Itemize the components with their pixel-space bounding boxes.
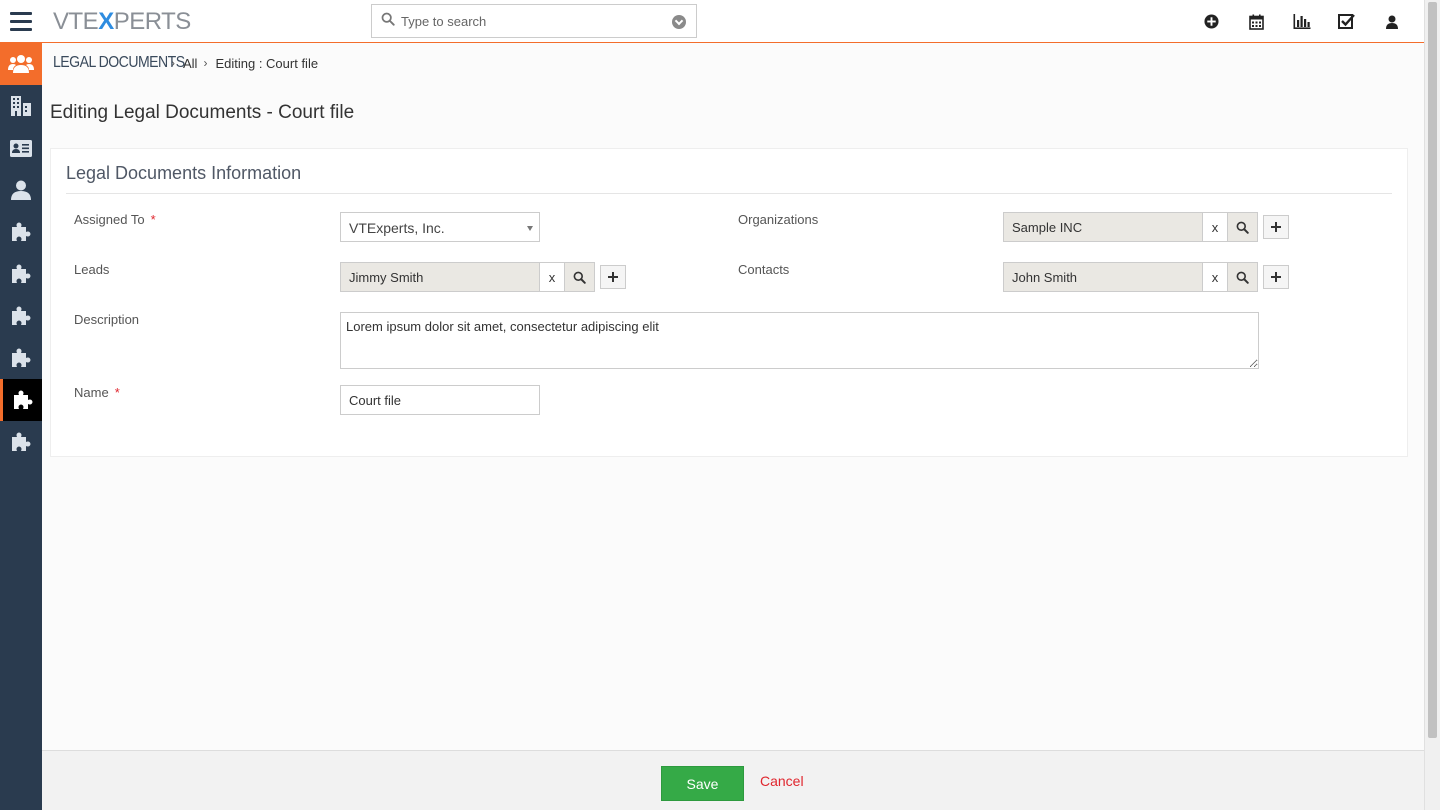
person-icon: [11, 180, 31, 200]
plus-circle-icon[interactable]: [1189, 0, 1234, 43]
users-icon: [8, 55, 34, 73]
contacts-add-button[interactable]: [1263, 265, 1289, 289]
breadcrumb: LEGAL DOCUMENTS › All › Editing : Court …: [53, 53, 318, 73]
required-marker: *: [114, 385, 120, 400]
breadcrumb-all[interactable]: All: [183, 56, 197, 71]
logo-part-2: X: [98, 8, 114, 35]
name-label-text: Name: [74, 385, 109, 400]
logo-part-3: PERTS: [113, 8, 192, 35]
search-icon: [381, 12, 395, 26]
assigned-to-label-text: Assigned To: [74, 212, 145, 227]
save-button[interactable]: Save: [661, 766, 744, 801]
sidebar-item-module-3[interactable]: [0, 295, 42, 337]
contacts-field: John Smith x: [1003, 262, 1289, 292]
form-footer: Save Cancel: [42, 750, 1424, 810]
sidebar-item-organizations[interactable]: [0, 85, 42, 127]
organizations-field: Sample INC x: [1003, 212, 1289, 242]
sidebar-item-module-5[interactable]: [0, 421, 42, 463]
assigned-to-select[interactable]: VTExperts, Inc.: [340, 212, 540, 242]
leads-field: Jimmy Smith x: [340, 262, 626, 292]
organizations-label: Organizations: [738, 212, 819, 227]
leads-clear-button[interactable]: x: [540, 262, 565, 292]
contact-card-icon: [10, 139, 32, 157]
organizations-search-button[interactable]: [1228, 212, 1258, 242]
sidebar-item-contacts[interactable]: [0, 127, 42, 169]
leads-add-button[interactable]: [600, 265, 626, 289]
bar-chart-icon[interactable]: [1279, 0, 1324, 43]
contacts-value[interactable]: John Smith: [1003, 262, 1203, 292]
puzzle-icon: [12, 432, 31, 451]
organizations-value[interactable]: Sample INC: [1003, 212, 1203, 242]
puzzle-icon: [12, 306, 31, 325]
calendar-icon[interactable]: [1234, 0, 1279, 43]
scrollbar-thumb[interactable]: [1428, 2, 1437, 738]
assigned-to-label: Assigned To *: [74, 212, 156, 227]
organizations-clear-button[interactable]: x: [1203, 212, 1228, 242]
leads-value[interactable]: Jimmy Smith: [340, 262, 540, 292]
search-icon: [1236, 221, 1249, 234]
cancel-link[interactable]: Cancel: [760, 773, 804, 789]
global-search: [371, 4, 697, 38]
search-icon: [1236, 271, 1249, 284]
leads-label: Leads: [74, 262, 110, 277]
caret-down-icon: [527, 226, 533, 231]
sidebar: [0, 43, 42, 810]
building-icon: [11, 96, 31, 116]
vertical-scrollbar[interactable]: [1424, 0, 1440, 810]
divider: [66, 193, 1392, 194]
contacts-search-button[interactable]: [1228, 262, 1258, 292]
sidebar-item-module-2[interactable]: [0, 253, 42, 295]
sidebar-item-module-1[interactable]: [0, 211, 42, 253]
sidebar-item-legal-documents[interactable]: [0, 379, 42, 421]
organizations-add-button[interactable]: [1263, 215, 1289, 239]
page-title: Editing Legal Documents - Court file: [50, 102, 355, 123]
puzzle-icon: [12, 222, 31, 241]
sidebar-item-leads[interactable]: [0, 169, 42, 211]
sidebar-item-users[interactable]: [0, 43, 42, 85]
name-input[interactable]: [340, 385, 540, 415]
search-input[interactable]: [401, 11, 661, 31]
sidebar-item-module-4[interactable]: [0, 337, 42, 379]
breadcrumb-module[interactable]: LEGAL DOCUMENTS: [53, 54, 185, 72]
description-label: Description: [74, 312, 140, 327]
plus-icon: [608, 272, 618, 282]
required-marker: *: [150, 212, 156, 227]
description-textarea[interactable]: Lorem ipsum dolor sit amet, consectetur …: [340, 312, 1259, 369]
plus-icon: [1271, 222, 1281, 232]
puzzle-icon: [12, 264, 31, 283]
logo[interactable]: VTEXPERTS: [53, 8, 191, 36]
plus-icon: [1271, 272, 1281, 282]
breadcrumb-current: Editing : Court file: [215, 55, 319, 71]
panel-title: Legal Documents Information: [66, 163, 302, 183]
puzzle-icon: [13, 390, 32, 409]
leads-search-button[interactable]: [565, 262, 595, 292]
assigned-to-value: VTExperts, Inc.: [349, 220, 445, 236]
top-header: VTEXPERTS: [0, 0, 1424, 43]
contacts-label: Contacts: [738, 262, 790, 277]
name-label: Name *: [74, 385, 120, 400]
contacts-clear-button[interactable]: x: [1203, 262, 1228, 292]
user-icon[interactable]: [1369, 0, 1414, 43]
chevron-right-icon: ›: [203, 56, 208, 70]
info-panel: Legal Documents Information Assigned To *…: [50, 148, 1408, 457]
chevron-down-icon[interactable]: [672, 15, 686, 29]
search-icon: [573, 271, 586, 284]
logo-part-1: VTE: [53, 8, 99, 35]
menu-icon[interactable]: [0, 0, 42, 43]
puzzle-icon: [12, 348, 31, 367]
checkbox-icon[interactable]: [1324, 0, 1369, 43]
